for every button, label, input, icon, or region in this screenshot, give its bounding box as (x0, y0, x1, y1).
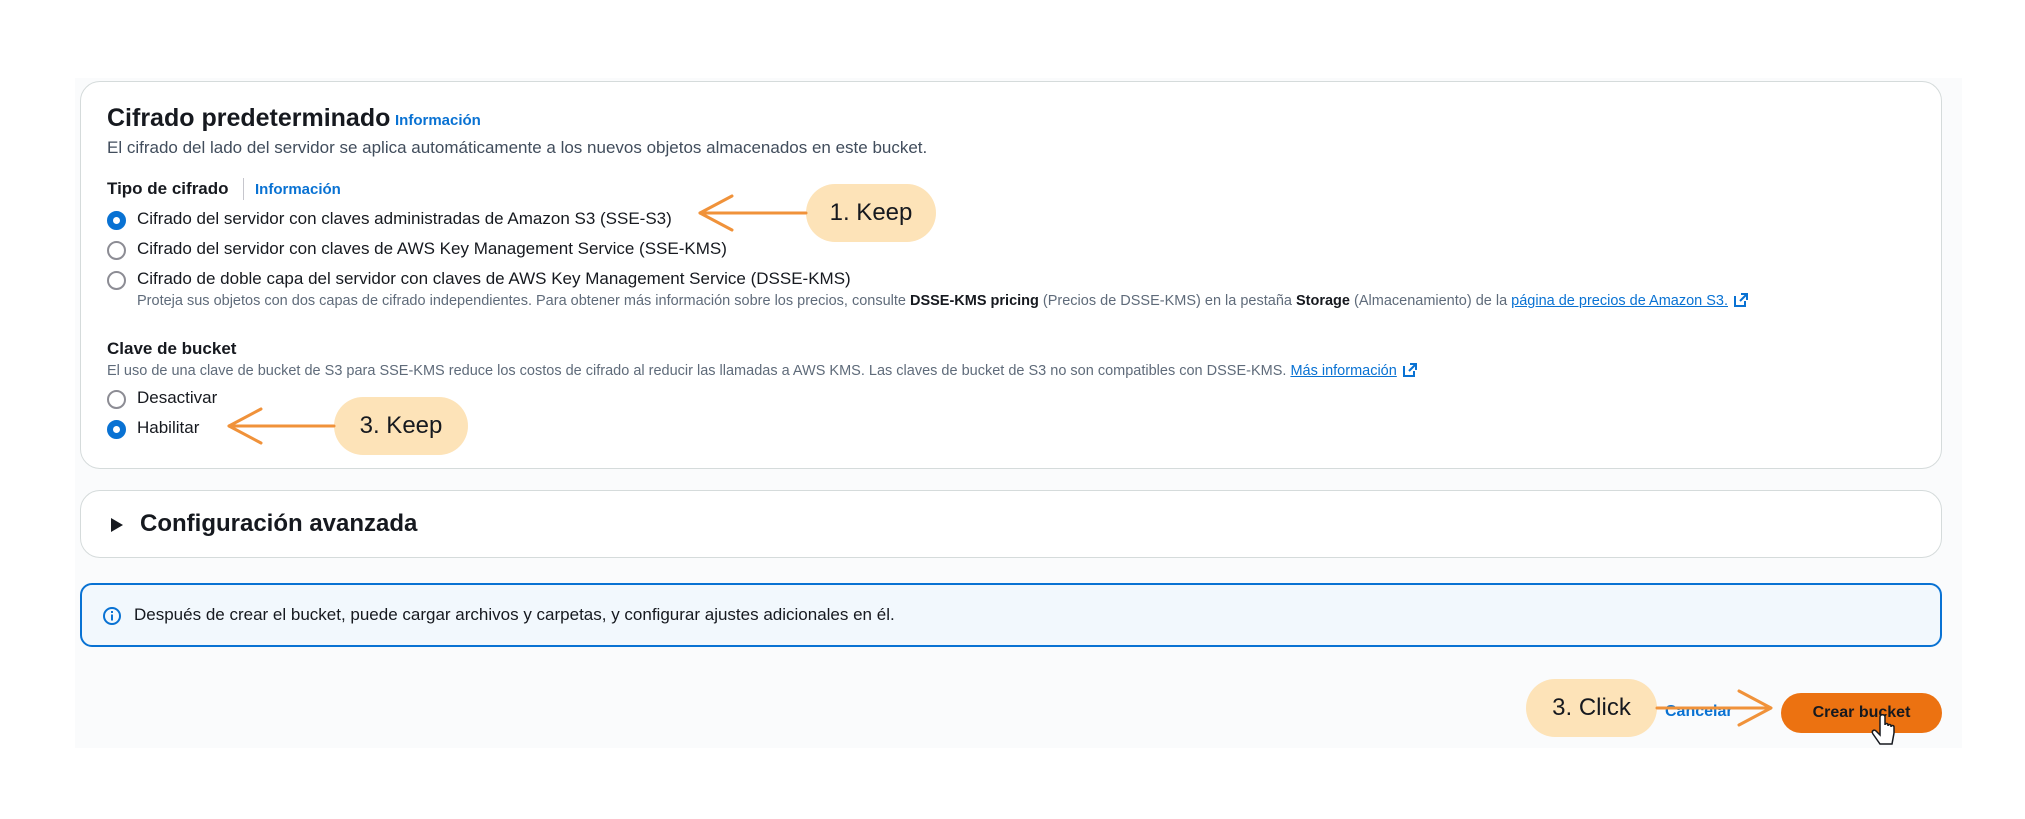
arrow-to-create-bucket (1655, 689, 1773, 727)
annotation-arrows (227, 194, 1895, 745)
hand-cursor-icon (1871, 714, 1895, 745)
arrow-to-enable (227, 407, 336, 445)
arrow-to-sse-s3 (698, 194, 808, 232)
